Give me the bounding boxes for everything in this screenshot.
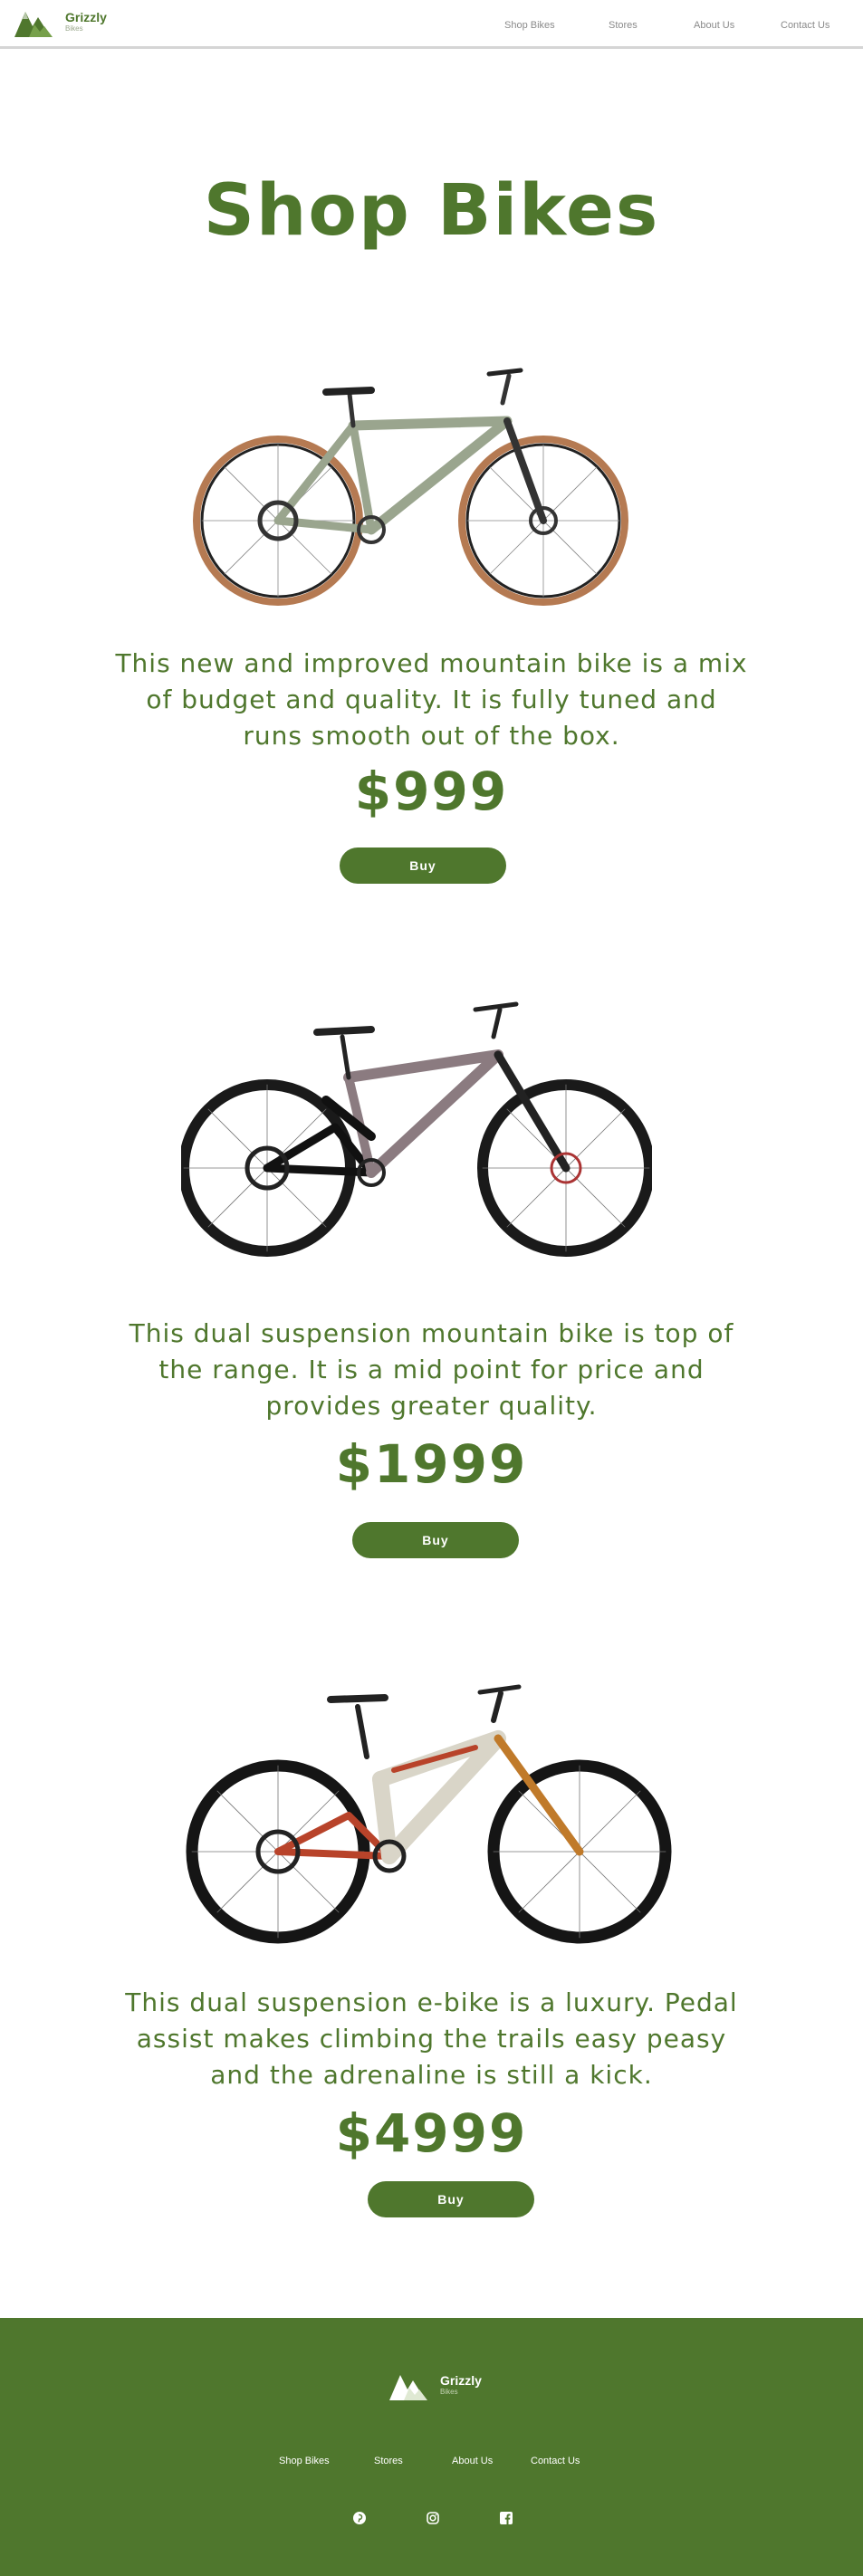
site-header: Grizzly Bikes Shop Bikes Stores About Us… — [0, 0, 863, 49]
site-footer: Grizzly Bikes Shop Bikes Stores About Us… — [0, 2318, 863, 2576]
footer-nav-about-us[interactable]: About Us — [452, 2456, 493, 2466]
description-line: assist makes climbing the trails easy pe… — [136, 2024, 727, 2054]
page-title: Shop Bikes — [203, 170, 660, 252]
product-price: $4999 — [335, 2102, 528, 2164]
buy-button[interactable]: Buy — [352, 1522, 519, 1558]
description-line: This dual suspension e-bike is a luxury.… — [125, 1987, 738, 2017]
description-line: This new and improved mountain bike is a… — [115, 648, 748, 678]
instagram-icon[interactable] — [426, 2511, 440, 2525]
brand-subtitle: Bikes — [440, 2388, 458, 2396]
buy-button[interactable]: Buy — [340, 847, 506, 884]
hardtail-bike-image — [193, 368, 628, 606]
description-line: This dual suspension mountain bike is to… — [129, 1318, 734, 1348]
footer-nav-contact-us[interactable]: Contact Us — [531, 2456, 580, 2466]
facebook-icon[interactable] — [499, 2511, 513, 2525]
nav-stores[interactable]: Stores — [609, 20, 638, 31]
full-suspension-bike-image — [181, 1001, 652, 1257]
buy-button[interactable]: Buy — [368, 2181, 534, 2217]
description-line: runs smooth out of the box. — [243, 721, 620, 751]
pinterest-icon[interactable] — [352, 2511, 367, 2525]
product-price: $999 — [354, 761, 509, 822]
product-description: This dual suspension e-bike is a luxury.… — [0, 1985, 863, 2093]
nav-about-us[interactable]: About Us — [694, 20, 734, 31]
footer-nav-stores[interactable]: Stores — [374, 2456, 403, 2466]
product-description: This new and improved mountain bike is a… — [0, 646, 863, 754]
mountain-logo-icon — [389, 2375, 427, 2400]
description-line: of budget and quality. It is fully tuned… — [146, 685, 717, 714]
product-price: $1999 — [335, 1433, 528, 1495]
brand-text: Grizzly Bikes — [440, 2374, 482, 2396]
description-line: provides greater quality. — [265, 1391, 598, 1421]
footer-nav-shop-bikes[interactable]: Shop Bikes — [279, 2456, 330, 2466]
nav-contact-us[interactable]: Contact Us — [781, 20, 829, 31]
description-line: and the adrenaline is still a kick. — [210, 2060, 653, 2090]
header-nav: Shop Bikes Stores About Us Contact Us — [0, 0, 863, 49]
nav-shop-bikes[interactable]: Shop Bikes — [504, 20, 555, 31]
product-description: This dual suspension mountain bike is to… — [0, 1316, 863, 1424]
brand-name: Grizzly — [440, 2373, 482, 2388]
footer-logo[interactable]: Grizzly Bikes — [389, 2370, 482, 2400]
e-bike-image — [186, 1684, 672, 1944]
description-line: the range. It is a mid point for price a… — [158, 1355, 705, 1384]
